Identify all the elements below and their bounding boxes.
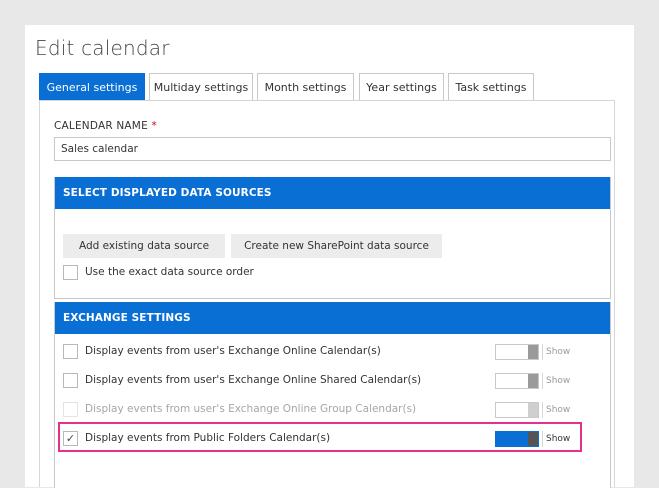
exchange-shared-calendar-checkbox[interactable] — [63, 373, 78, 388]
exchange-settings-section: EXCHANGE SETTINGS Display events from us… — [54, 302, 611, 488]
public-folders-calendar-checkbox[interactable]: ✓ — [63, 431, 78, 446]
exchange-group-calendar-checkbox — [63, 402, 78, 417]
toggle-knob — [528, 345, 538, 359]
toggle-separator — [542, 373, 543, 389]
public-folders-calendar-toggle[interactable] — [495, 431, 539, 447]
checkmark-icon: ✓ — [65, 432, 76, 445]
calendar-name-input[interactable] — [54, 137, 611, 161]
public-folders-calendar-show-label: Show — [546, 434, 571, 444]
exchange-online-calendar-checkbox[interactable] — [63, 344, 78, 359]
toggle-separator — [542, 431, 543, 447]
exchange-shared-calendar-label: Display events from user's Exchange Onli… — [85, 374, 422, 386]
add-existing-data-source-button[interactable]: Add existing data source — [63, 234, 225, 258]
toggle-separator — [542, 402, 543, 418]
tab-multiday-settings[interactable]: Multiday settings — [149, 73, 253, 100]
exchange-group-calendar-label: Display events from user's Exchange Onli… — [85, 403, 417, 415]
create-sharepoint-data-source-button[interactable]: Create new SharePoint data source — [231, 234, 442, 258]
exact-order-checkbox[interactable] — [63, 265, 78, 280]
tab-month-settings[interactable]: Month settings — [257, 73, 354, 100]
data-sources-header: SELECT DISPLAYED DATA SOURCES — [55, 177, 610, 209]
toggle-knob — [528, 403, 538, 417]
calendar-name-label-text: CALENDAR NAME — [54, 120, 148, 132]
exchange-online-calendar-toggle[interactable] — [495, 344, 539, 360]
exchange-shared-calendar-show-label: Show — [546, 376, 571, 386]
data-sources-section: SELECT DISPLAYED DATA SOURCES Add existi… — [54, 177, 611, 299]
public-folders-calendar-label: Display events from Public Folders Calen… — [85, 432, 331, 444]
exchange-shared-calendar-toggle[interactable] — [495, 373, 539, 389]
exchange-online-calendar-label: Display events from user's Exchange Onli… — [85, 345, 381, 357]
tab-year-settings[interactable]: Year settings — [359, 73, 444, 100]
exchange-settings-header: EXCHANGE SETTINGS — [55, 302, 610, 334]
exchange-group-calendar-toggle — [495, 402, 539, 418]
calendar-name-label: CALENDAR NAME * — [54, 120, 157, 132]
general-settings-content: CALENDAR NAME * SELECT DISPLAYED DATA SO… — [39, 100, 615, 488]
exchange-group-calendar-show-label: Show — [546, 405, 571, 415]
tab-task-settings[interactable]: Task settings — [448, 73, 534, 100]
exact-order-label: Use the exact data source order — [85, 266, 254, 278]
toggle-separator — [542, 344, 543, 360]
edit-calendar-panel: Edit calendar General settings Multiday … — [25, 25, 634, 488]
toggle-knob — [528, 432, 538, 446]
page-title: Edit calendar — [35, 36, 170, 60]
tab-general-settings[interactable]: General settings — [39, 73, 145, 101]
exchange-online-calendar-show-label: Show — [546, 347, 571, 357]
toggle-knob — [528, 374, 538, 388]
required-marker: * — [151, 120, 157, 132]
